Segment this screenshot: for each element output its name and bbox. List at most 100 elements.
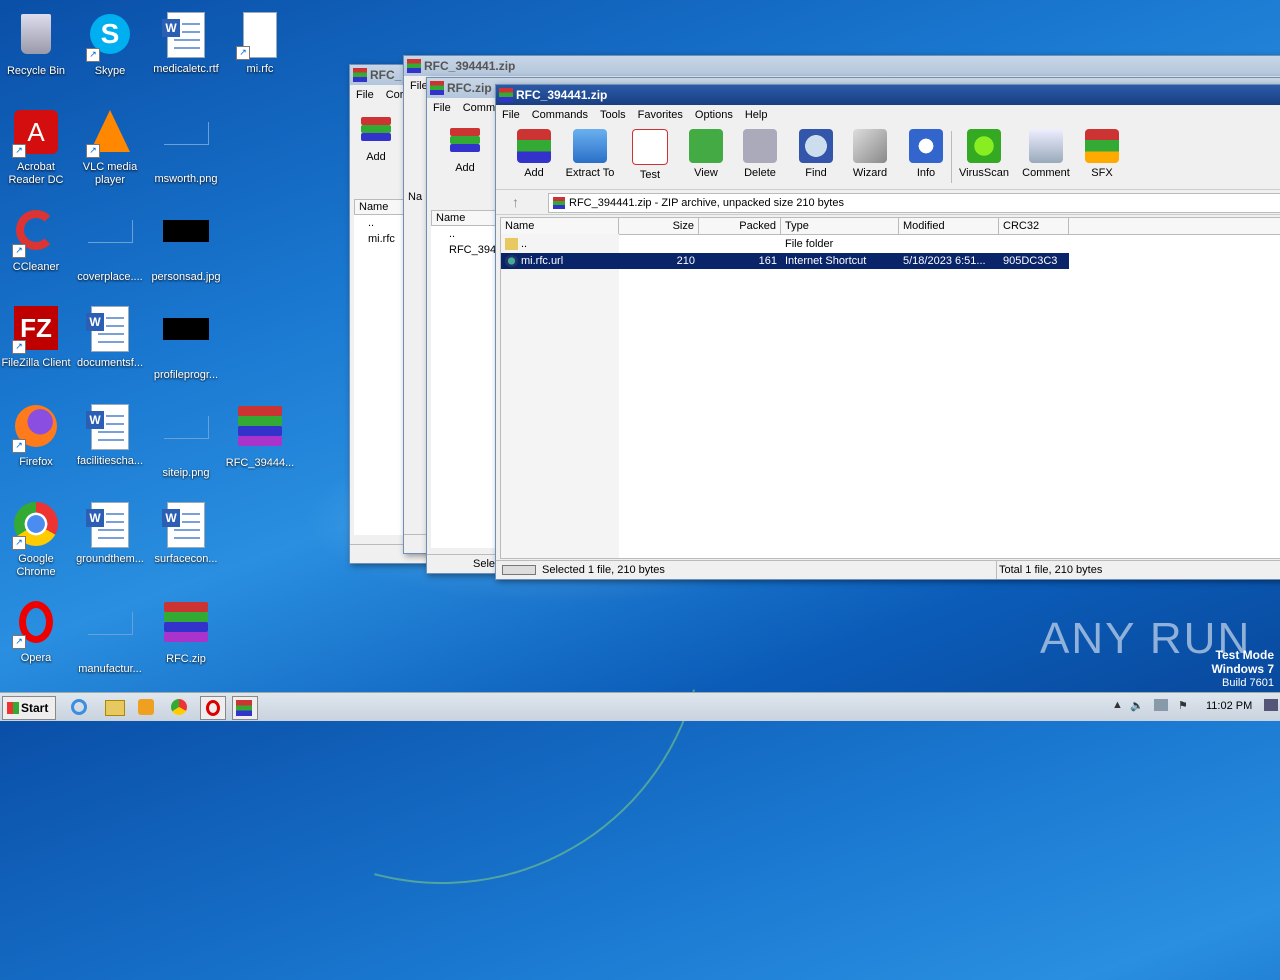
info-button[interactable]: Info xyxy=(898,129,954,179)
menu-file[interactable]: File xyxy=(350,89,380,101)
column-header-name[interactable]: Name xyxy=(431,210,501,226)
menu-tools[interactable]: Tools xyxy=(594,109,632,121)
title-bar[interactable]: RFC_394441.zip xyxy=(496,85,1280,105)
desktop-icon[interactable]: Wdocumentsf... xyxy=(72,304,148,370)
desktop-icon[interactable]: A ↗ Acrobat Reader DC xyxy=(0,108,74,187)
desktop-icon[interactable]: Wsurfacecon... xyxy=(148,500,224,566)
action-center-flag-icon[interactable]: ⚑ xyxy=(1178,699,1188,712)
skype-icon: S ↗ xyxy=(86,14,134,62)
list-item[interactable]: .. xyxy=(431,226,497,242)
desktop-icon-label: msworth.png xyxy=(154,173,218,185)
windows-logo-icon xyxy=(7,702,19,714)
desktop-icon[interactable]: ↗ Firefox xyxy=(0,402,74,469)
desktop-icon-label: personsad.jpg xyxy=(151,271,221,283)
start-button[interactable]: Start xyxy=(2,696,56,720)
desktop-icon[interactable]: Wfacilitiescha... xyxy=(72,402,148,468)
virusscan-button[interactable]: VirusScan xyxy=(956,129,1012,179)
desktop-icon-label: manufactur... xyxy=(78,663,142,675)
wizard-button[interactable]: Wizard xyxy=(842,129,898,179)
cell-modified: 5/18/2023 6:51... xyxy=(903,255,986,267)
desktop-icon[interactable]: S ↗ Skype xyxy=(72,10,148,78)
desktop-icon[interactable]: msworth.png xyxy=(148,108,224,186)
show-desktop-button[interactable] xyxy=(1264,699,1278,711)
desktop-icon[interactable]: manufactur... xyxy=(72,598,148,676)
desktop-icon[interactable]: Wmedicaletc.rtf xyxy=(148,10,224,76)
desktop-icon-label: Acrobat Reader DC xyxy=(8,161,64,186)
network-icon[interactable] xyxy=(1154,699,1168,711)
desktop-icon[interactable]: profileprogr... xyxy=(148,304,224,382)
desktop-icon[interactable]: FZ ↗ FileZilla Client xyxy=(0,304,74,370)
add-button[interactable]: Add xyxy=(445,124,485,174)
desktop-icon-label: coverplace.... xyxy=(77,271,143,283)
desktop-icon[interactable]: ↗ mi.rfc xyxy=(222,10,298,76)
chrome-icon[interactable] xyxy=(168,696,192,718)
explorer-icon[interactable] xyxy=(102,696,126,718)
internet-shortcut-icon xyxy=(505,255,518,267)
show-hidden-icons[interactable]: ▲ xyxy=(1112,699,1123,711)
toolbar-label: Info xyxy=(916,167,936,179)
desktop-icon[interactable]: personsad.jpg xyxy=(148,206,224,284)
status-total: Total 1 file, 210 bytes xyxy=(999,564,1103,576)
menu-file[interactable]: File xyxy=(496,109,526,121)
column-header-crc32[interactable]: CRC32 xyxy=(999,218,1069,234)
add-button[interactable]: Add xyxy=(506,129,562,179)
desktop-icon[interactable]: ↗ VLC media player xyxy=(72,108,148,187)
sfx-icon xyxy=(1085,129,1119,163)
column-header-packed[interactable]: Packed xyxy=(699,218,781,234)
view-button[interactable]: View xyxy=(678,129,734,179)
winrar-archive-icon xyxy=(162,602,210,650)
desktop-icon-label: CCleaner xyxy=(12,261,60,273)
menu-commands[interactable]: Commands xyxy=(526,109,594,121)
clock[interactable]: 11:02 PM xyxy=(1206,700,1252,712)
desktop-icon[interactable]: ↗ Opera xyxy=(0,598,74,665)
desktop-icon[interactable]: Wgroundthem... xyxy=(72,500,148,566)
comment-button[interactable]: Comment xyxy=(1018,129,1074,179)
desktop-icon[interactable]: RFC.zip xyxy=(148,598,224,666)
desktop-icon[interactable]: ↗ Google Chrome xyxy=(0,500,74,579)
recycle-bin-icon xyxy=(12,14,60,62)
image-file-icon xyxy=(162,318,210,366)
winrar-taskbar-icon[interactable] xyxy=(232,696,258,720)
menu-favorites[interactable]: Favorites xyxy=(632,109,689,121)
column-header-name[interactable]: Na xyxy=(408,190,426,204)
extract-to-button[interactable]: Extract To xyxy=(562,129,618,179)
winrar-main-window[interactable]: RFC_394441.zip File Commands Tools Favorite… xyxy=(495,84,1280,580)
view-icon xyxy=(689,129,723,163)
up-arrow-icon[interactable]: ↑ xyxy=(512,190,519,214)
table-row[interactable]: .. File folder xyxy=(501,236,1069,252)
window-title: RFC_394441.zip xyxy=(516,88,608,102)
column-header-type[interactable]: Type xyxy=(781,218,899,234)
test-button[interactable]: Test xyxy=(622,129,678,181)
menu-file[interactable]: File xyxy=(427,102,457,114)
table-row[interactable]: mi.rfc.url 210 161 Internet Shortcut 5/18/20… xyxy=(501,253,1069,269)
column-header-modified[interactable]: Modified xyxy=(899,218,999,234)
address-text: RFC_394441.zip - ZIP archive, unpacked s… xyxy=(569,197,844,209)
add-button[interactable]: Add xyxy=(356,113,396,163)
toolbar-label: VirusScan xyxy=(959,167,1009,179)
sfx-button[interactable]: SFX xyxy=(1074,129,1130,179)
desktop-icon[interactable]: Recycle Bin xyxy=(0,10,74,78)
desktop-icon[interactable]: ↗ CCleaner xyxy=(0,206,74,274)
delete-button[interactable]: Delete xyxy=(732,129,788,179)
cell-packed: 161 xyxy=(758,255,777,267)
opera-icon[interactable] xyxy=(200,696,226,720)
menu-help[interactable]: Help xyxy=(739,109,774,121)
ie-icon[interactable] xyxy=(68,696,92,718)
find-button[interactable]: Find xyxy=(788,129,844,179)
list-item[interactable]: RFC_394 xyxy=(431,242,497,258)
media-player-icon[interactable] xyxy=(135,696,159,718)
menu-options[interactable]: Options xyxy=(689,109,739,121)
winrar-archive-icon xyxy=(236,406,284,454)
desktop-icon[interactable]: RFC_39444... xyxy=(222,402,298,470)
desktop-icon[interactable]: coverplace.... xyxy=(72,206,148,284)
desktop-icon-label: siteip.png xyxy=(162,467,210,479)
desktop-icon[interactable]: siteip.png xyxy=(148,402,224,480)
column-header-size[interactable]: Size xyxy=(619,218,699,234)
column-header-name[interactable]: Name xyxy=(501,218,619,234)
volume-icon[interactable]: 🔈 xyxy=(1130,699,1144,712)
toolbar-label: Find xyxy=(805,167,827,179)
word-document-icon: W xyxy=(162,502,210,550)
desktop-icon-label: facilitiescha... xyxy=(76,455,144,467)
shortcut-arrow-icon: ↗ xyxy=(12,244,26,258)
virusscan-icon xyxy=(967,129,1001,163)
